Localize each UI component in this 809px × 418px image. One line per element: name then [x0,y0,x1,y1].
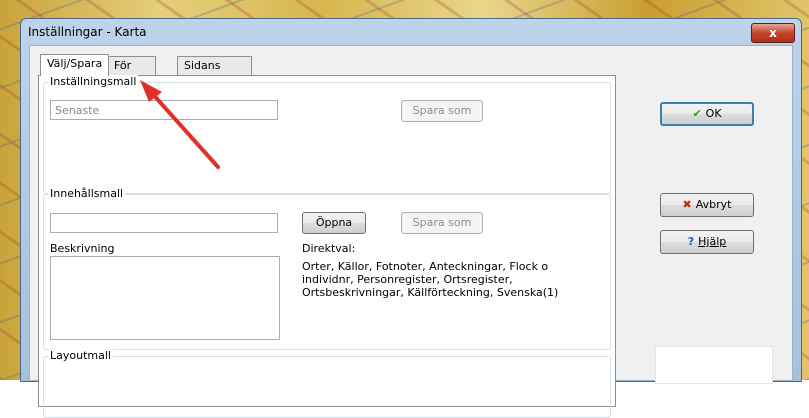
tab-valj-spara[interactable]: Välj/Spara [40,54,110,76]
arrow-shaft [148,89,220,169]
annotation-arrow [140,80,220,169]
tab-label: Välj/Spara [47,57,103,70]
